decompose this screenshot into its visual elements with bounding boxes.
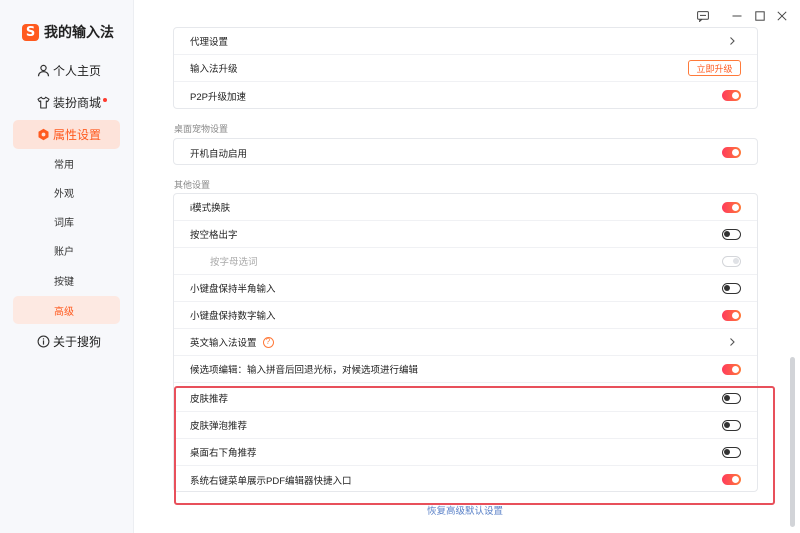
skin-recommend-toggle[interactable]	[722, 393, 741, 404]
sidebar-item-label: 装扮商城	[53, 96, 102, 110]
row-label: 英文输入法设置	[190, 338, 257, 349]
notification-dot	[103, 97, 108, 102]
help-icon[interactable]: ?	[262, 336, 274, 348]
candidate-edit-toggle[interactable]	[722, 364, 741, 375]
row-label: 输入法升级	[190, 64, 238, 75]
section-label-other: 其他设置	[174, 180, 211, 190]
ime-upgrade-row: 输入法升级 立即升级	[174, 55, 757, 82]
pdf-context-menu-toggle[interactable]	[722, 474, 741, 485]
candidate-edit-row: 候选项编辑：输入拼音后回退光标，对候选项进行编辑	[174, 356, 757, 383]
sidebar-subitem-account[interactable]: 账户	[13, 236, 120, 264]
close-icon	[777, 11, 787, 21]
sidebar-subitem-keys[interactable]: 按键	[13, 266, 120, 294]
sidebar-subitem-advanced[interactable]: 高级	[13, 296, 120, 324]
sidebar: S 我的输入法 个人主页 装扮商城 属性设置 常用 外观 词库 账户 按键 高级…	[0, 0, 134, 533]
maximize-button[interactable]	[753, 9, 767, 23]
minimize-button[interactable]	[730, 9, 744, 23]
hexagon-settings-icon	[38, 128, 49, 141]
feedback-button[interactable]	[696, 9, 710, 23]
row-label: 小键盘保持数字输入	[190, 311, 276, 322]
chevron-right-icon	[730, 338, 735, 346]
row-label: 皮肤弹泡推荐	[190, 421, 248, 432]
english-ime-settings-row[interactable]: 英文输入法设置 ?	[174, 329, 757, 356]
feedback-icon	[697, 10, 709, 22]
desktop-corner-recommend-row: 桌面右下角推荐	[174, 439, 757, 466]
row-label: 小键盘保持半角输入	[190, 284, 276, 295]
chevron-right-icon	[730, 37, 735, 45]
row-label: i模式换肤	[190, 203, 231, 214]
space-commit-row: 按空格出字	[174, 221, 757, 248]
sidebar-item-label: 关于搜狗	[53, 335, 102, 349]
numpad-digits-row: 小键盘保持数字输入	[174, 302, 757, 329]
upgrade-now-button[interactable]: 立即升级	[688, 60, 741, 76]
restore-defaults-link[interactable]: 恢复高级默认设置	[427, 503, 503, 517]
app-brand: S 我的输入法	[22, 21, 114, 43]
space-commit-toggle[interactable]	[722, 229, 741, 240]
row-label: 皮肤推荐	[190, 394, 229, 405]
sidebar-subitem-appearance[interactable]: 外观	[13, 178, 120, 206]
row-label: 按字母选词	[210, 257, 258, 268]
sidebar-item-label: 属性设置	[53, 128, 102, 142]
numpad-halfwidth-toggle[interactable]	[722, 283, 741, 294]
skin-bubble-recommend-toggle[interactable]	[722, 420, 741, 431]
letter-select-toggle	[722, 256, 741, 267]
numpad-digits-toggle[interactable]	[722, 310, 741, 321]
skin-bubble-recommend-row: 皮肤弹泡推荐	[174, 412, 757, 439]
section-label-desktop-pet: 桌面宠物设置	[174, 124, 229, 134]
letter-select-row: 按字母选词	[174, 248, 757, 275]
sidebar-subitem-common[interactable]: 常用	[13, 149, 120, 177]
row-label: 桌面右下角推荐	[190, 448, 257, 459]
auto-start-toggle[interactable]	[722, 147, 741, 158]
desktop-pet-card: 开机自动启用	[173, 138, 758, 165]
auto-start-row: 开机自动启用	[174, 139, 757, 166]
update-settings-card: 代理设置 输入法升级 立即升级 P2P升级加速	[173, 27, 758, 109]
row-label: 候选项编辑：输入拼音后回退光标，对候选项进行编辑	[190, 365, 419, 376]
user-icon	[37, 64, 50, 77]
i-mode-skin-row: i模式换肤	[174, 194, 757, 221]
row-label: 开机自动启用	[190, 148, 248, 160]
close-button[interactable]	[775, 9, 789, 23]
minimize-icon	[732, 15, 742, 17]
maximize-icon	[755, 11, 765, 21]
numpad-halfwidth-row: 小键盘保持半角输入	[174, 275, 757, 302]
row-label: 代理设置	[190, 37, 229, 48]
sidebar-item-store[interactable]: 装扮商城	[13, 88, 120, 117]
scrollbar-thumb[interactable]	[790, 357, 795, 527]
other-settings-card: i模式换肤 按空格出字 按字母选词 小键盘保持半角输入 小键盘保持数字输入 英文…	[173, 193, 758, 492]
p2p-upgrade-row: P2P升级加速	[174, 82, 757, 109]
sidebar-item-profile[interactable]: 个人主页	[13, 56, 120, 85]
proxy-settings-row[interactable]: 代理设置	[174, 28, 757, 55]
row-label: 系统右键菜单展示PDF编辑器快捷入口	[190, 475, 352, 487]
i-mode-skin-toggle[interactable]	[722, 202, 741, 213]
sidebar-item-settings[interactable]: 属性设置	[13, 120, 120, 149]
info-icon	[37, 335, 50, 348]
app-title: 我的输入法	[44, 24, 114, 40]
p2p-upgrade-toggle[interactable]	[722, 90, 741, 101]
shirt-icon	[37, 96, 50, 109]
sidebar-item-label: 个人主页	[53, 64, 102, 78]
sidebar-subitem-lexicon[interactable]: 词库	[13, 207, 120, 235]
skin-recommend-row: 皮肤推荐	[174, 385, 757, 412]
sogou-logo-icon: S	[22, 23, 39, 41]
row-label: P2P升级加速	[190, 91, 246, 103]
desktop-corner-recommend-toggle[interactable]	[722, 447, 741, 458]
row-label: 按空格出字	[190, 230, 238, 241]
sidebar-item-about[interactable]: 关于搜狗	[13, 327, 120, 356]
pdf-context-menu-row: 系统右键菜单展示PDF编辑器快捷入口	[174, 466, 757, 493]
